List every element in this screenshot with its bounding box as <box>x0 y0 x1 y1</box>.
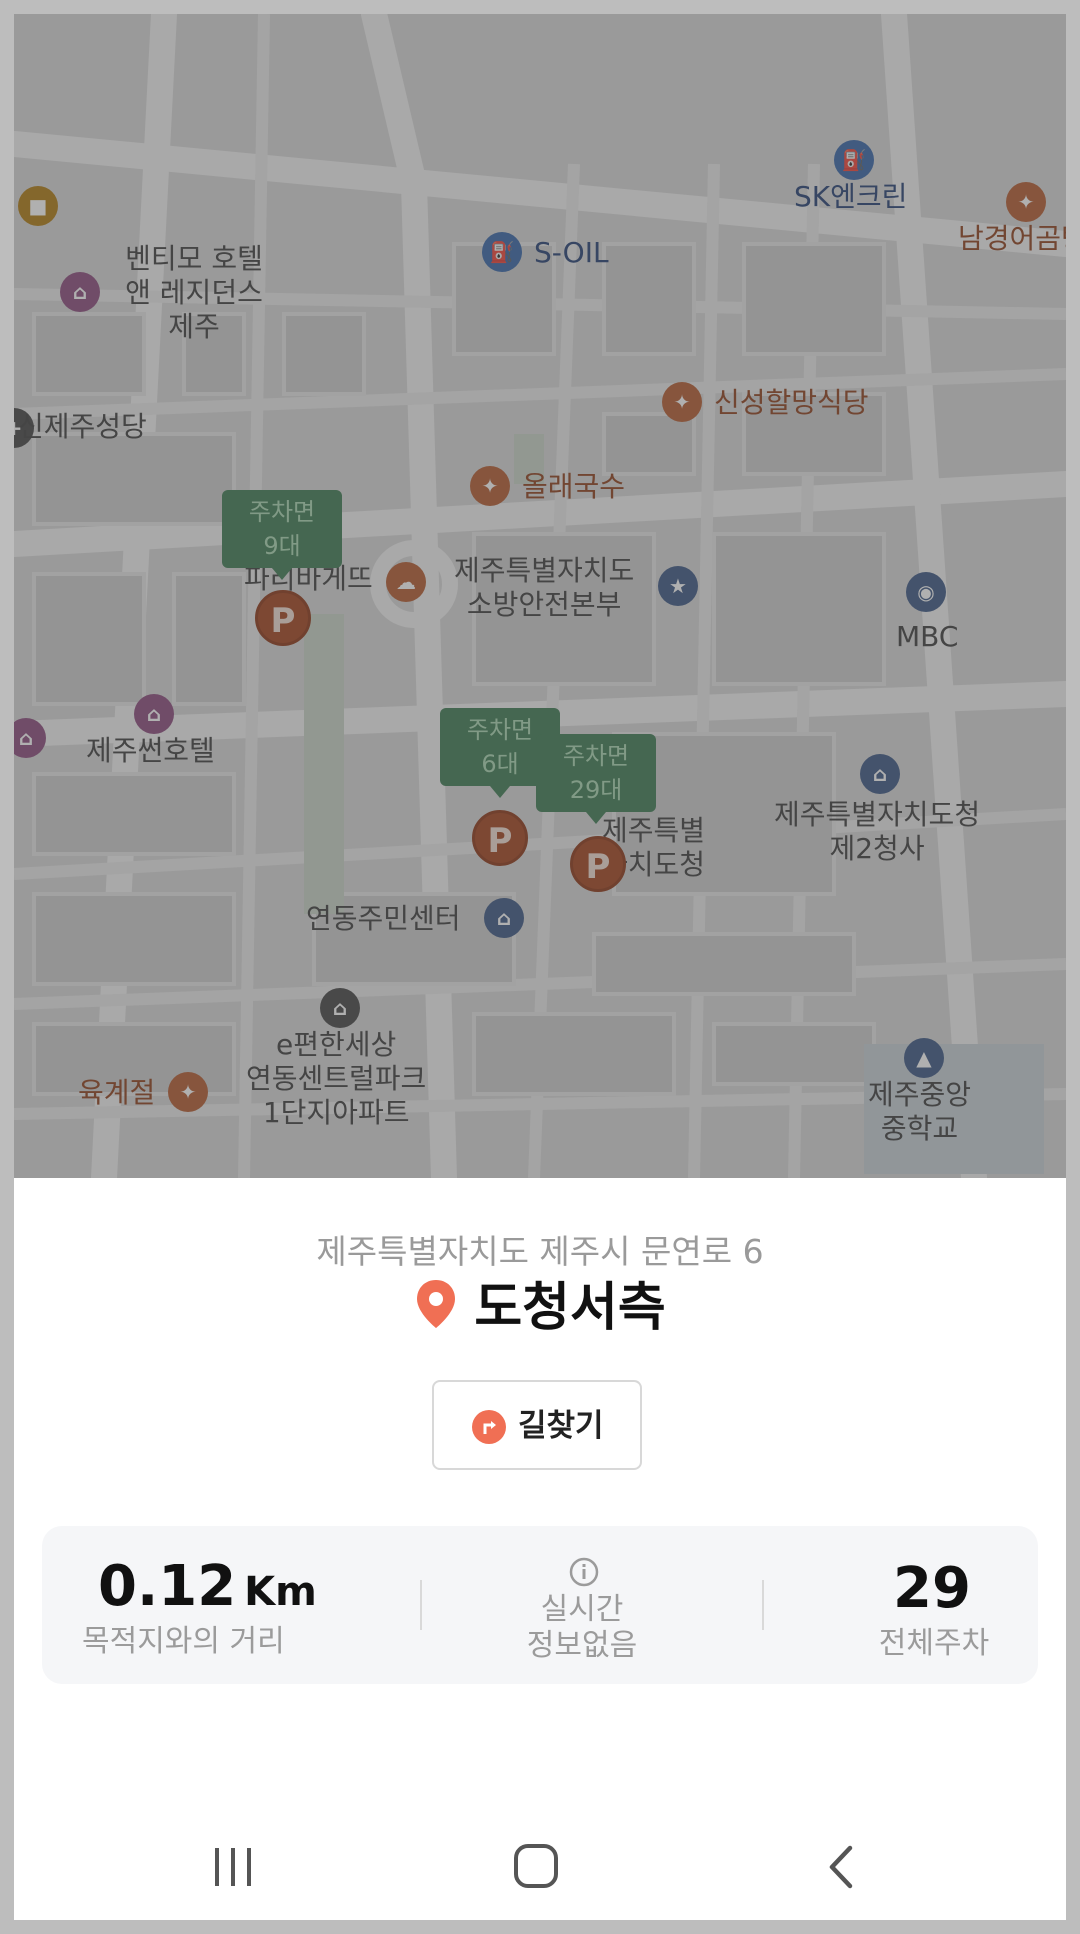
gas-station-icon: ⛽ <box>482 232 522 272</box>
directions-button[interactable]: 길찾기 <box>432 1380 642 1470</box>
poi-label-ollae-guksu[interactable]: 올래국수 <box>522 470 625 504</box>
place-name: 도청서측 <box>474 1278 666 1338</box>
map-view[interactable]: ■ ⌂ 벤티모 호텔 앤 레지던스 제주 ⛽ S-OIL ⛽ SK엔크린 ✦ 남… <box>14 14 1066 1178</box>
hotel-icon: ⌂ <box>134 694 174 734</box>
system-nav-bar <box>14 1806 1066 1920</box>
gas-station-icon: ⛽ <box>834 140 874 180</box>
phone-frame: ■ ⌂ 벤티모 호텔 앤 레지던스 제주 ⛽ S-OIL ⛽ SK엔크린 ✦ 남… <box>0 0 1080 1934</box>
distance-value: 0.12 Km <box>98 1554 317 1625</box>
restaurant-icon: ✦ <box>470 466 510 506</box>
poi-label-sinseong[interactable]: 신성할망식당 <box>714 386 869 420</box>
poi-label-jeju-jungang-ms[interactable]: 제주중앙 중학교 <box>868 1078 971 1146</box>
home-icon[interactable] <box>512 1842 560 1890</box>
realtime-line1: 실시간 <box>540 1592 624 1627</box>
stats-divider <box>762 1580 764 1630</box>
parking-pin-count: 29대 <box>569 776 623 804</box>
distance-unit: Km <box>244 1569 317 1615</box>
restaurant-icon: ✦ <box>1006 182 1046 222</box>
hotel-icon: ⌂ <box>60 272 100 312</box>
parking-stats-panel: 0.12 Km 목적지와의 거리 실시간 정보없음 29 전체주차 <box>42 1526 1038 1684</box>
distance-caption: 목적지와의 거리 <box>82 1624 285 1659</box>
total-spaces-value: 29 <box>893 1556 971 1621</box>
bakery-icon: ☁ <box>386 562 426 602</box>
location-pin-icon <box>414 1278 458 1345</box>
poi-label-province-office-2[interactable]: 제주특별자치도청 제2청사 <box>774 798 980 866</box>
parking-pin-29[interactable]: 주차면 29대 <box>536 734 656 824</box>
parking-pin-tail <box>272 568 292 580</box>
poi-label-mbc[interactable]: MBC <box>896 620 958 654</box>
distance-number: 0.12 <box>98 1554 237 1619</box>
stats-divider <box>420 1580 422 1630</box>
parking-pin-label: 주차면 <box>248 498 316 526</box>
market-icon: ■ <box>18 186 58 226</box>
parking-marker-icon[interactable]: P <box>472 810 528 866</box>
poi-label-yukgyejeol[interactable]: 육계절 <box>78 1076 155 1110</box>
parking-marker-icon[interactable]: P <box>255 590 311 646</box>
parking-pin-label: 주차면 <box>562 742 630 770</box>
parking-pin-9[interactable]: 주차면 9대 <box>222 490 342 580</box>
fire-station-icon: ★ <box>658 566 698 606</box>
government-icon: ⌂ <box>860 754 900 794</box>
parking-pin-count: 9대 <box>263 532 301 560</box>
poi-label-yeondong-center[interactable]: 연동주민센터 <box>306 902 461 936</box>
poi-label-fire-hq[interactable]: 제주특별자치도 소방안전본부 <box>454 554 634 622</box>
broadcast-icon: ◉ <box>906 572 946 612</box>
poi-label-ventimo[interactable]: 벤티모 호텔 앤 레지던스 제주 <box>109 242 279 344</box>
back-icon[interactable] <box>822 1844 862 1890</box>
realtime-status: 실시간 정보없음 <box>482 1592 682 1664</box>
poi-label-jeju-sun-hotel[interactable]: 제주썬호텔 <box>86 734 215 768</box>
parking-pin-tag: 주차면 29대 <box>536 734 656 812</box>
parking-pin-tail <box>490 786 510 798</box>
address-text: 제주특별자치도 제주시 문연로 6 <box>316 1232 764 1271</box>
poi-label-sinjeju-church[interactable]: 신제주성당 <box>18 410 147 444</box>
parking-pin-tag: 주차면 9대 <box>222 490 342 568</box>
poi-label-namgyeong[interactable]: 남경어곰탕 <box>958 222 1066 256</box>
turn-right-arrow-icon <box>472 1410 506 1444</box>
government-icon: ⌂ <box>484 898 524 938</box>
apartment-icon: ⌂ <box>320 988 360 1028</box>
restaurant-icon: ✦ <box>168 1072 208 1112</box>
poi-label-e-pyeonhan[interactable]: e편한세상 연동센트럴파크 1단지아파트 <box>246 1028 426 1130</box>
place-title: 도청서측 <box>14 1276 1066 1345</box>
parking-pin-tail <box>586 812 606 824</box>
poi-label-s-oil[interactable]: S-OIL <box>534 236 609 270</box>
restaurant-icon: ✦ <box>662 382 702 422</box>
total-spaces-caption: 전체주차 <box>878 1626 990 1661</box>
poi-label-sk-encleen[interactable]: SK엔크린 <box>794 180 907 214</box>
info-icon[interactable] <box>568 1556 600 1588</box>
realtime-line2: 정보없음 <box>526 1628 638 1663</box>
directions-label: 길찾기 <box>518 1408 604 1444</box>
parking-marker-icon[interactable]: P <box>570 836 626 892</box>
school-icon: ▲ <box>904 1038 944 1078</box>
recents-icon[interactable] <box>210 1844 256 1890</box>
